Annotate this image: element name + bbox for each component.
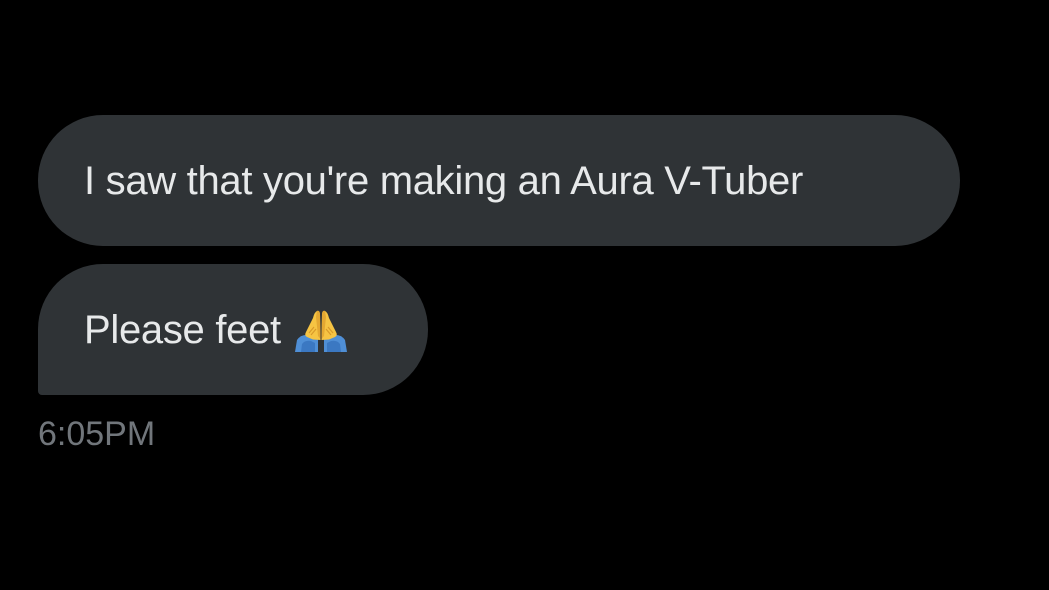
message-bubble[interactable]: I saw that you're making an Aura V-Tuber: [38, 115, 960, 246]
folded-hands-icon: [293, 308, 349, 352]
message-thread: I saw that you're making an Aura V-Tuber…: [0, 0, 1049, 590]
message-bubble[interactable]: Please feet: [38, 264, 428, 395]
message-text: Please feet: [84, 307, 281, 352]
message-timestamp: 6:05PM: [38, 415, 156, 453]
message-text: I saw that you're making an Aura V-Tuber: [84, 158, 803, 203]
